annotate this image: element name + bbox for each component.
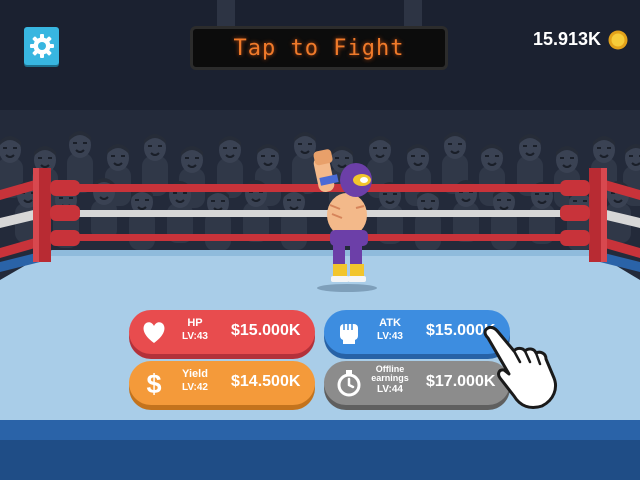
svg-text:$: $: [146, 369, 161, 398]
hp-label: HP: [187, 317, 203, 329]
yield-price: $14.500K: [231, 373, 301, 390]
dollar-icon: $: [146, 369, 161, 398]
stopwatch-icon: [337, 370, 361, 397]
tap-to-fight-sign[interactable]: Tap to Fight: [190, 26, 448, 70]
atk-label: ATK: [379, 317, 401, 329]
coin-counter: 15.913K: [533, 29, 628, 50]
fist-icon: [340, 324, 358, 344]
offline-earnings-label: Offline earnings: [364, 365, 416, 383]
yield-upgrade-button[interactable]: $ Yield LV:42 $14.500K: [129, 361, 315, 405]
hp-level: LV:43: [182, 331, 208, 342]
coin-icon: [608, 30, 628, 49]
hp-price: $15.000K: [231, 322, 301, 339]
gear-icon: [29, 34, 54, 58]
settings-button[interactable]: [24, 27, 59, 65]
heart-icon: [143, 322, 165, 343]
yield-label: Yield: [182, 368, 208, 380]
atk-level: LV:43: [377, 331, 403, 342]
yield-level: LV:42: [182, 382, 208, 393]
pointing-hand-icon: [483, 326, 557, 410]
offline-earnings-level: LV:44: [377, 384, 403, 395]
offline-label-line2: earnings: [371, 373, 409, 383]
hp-upgrade-button[interactable]: HP LV:43 $15.000K: [129, 310, 315, 354]
coin-amount: 15.913K: [532, 29, 601, 49]
sign-text: Tap to Fight: [233, 35, 405, 61]
